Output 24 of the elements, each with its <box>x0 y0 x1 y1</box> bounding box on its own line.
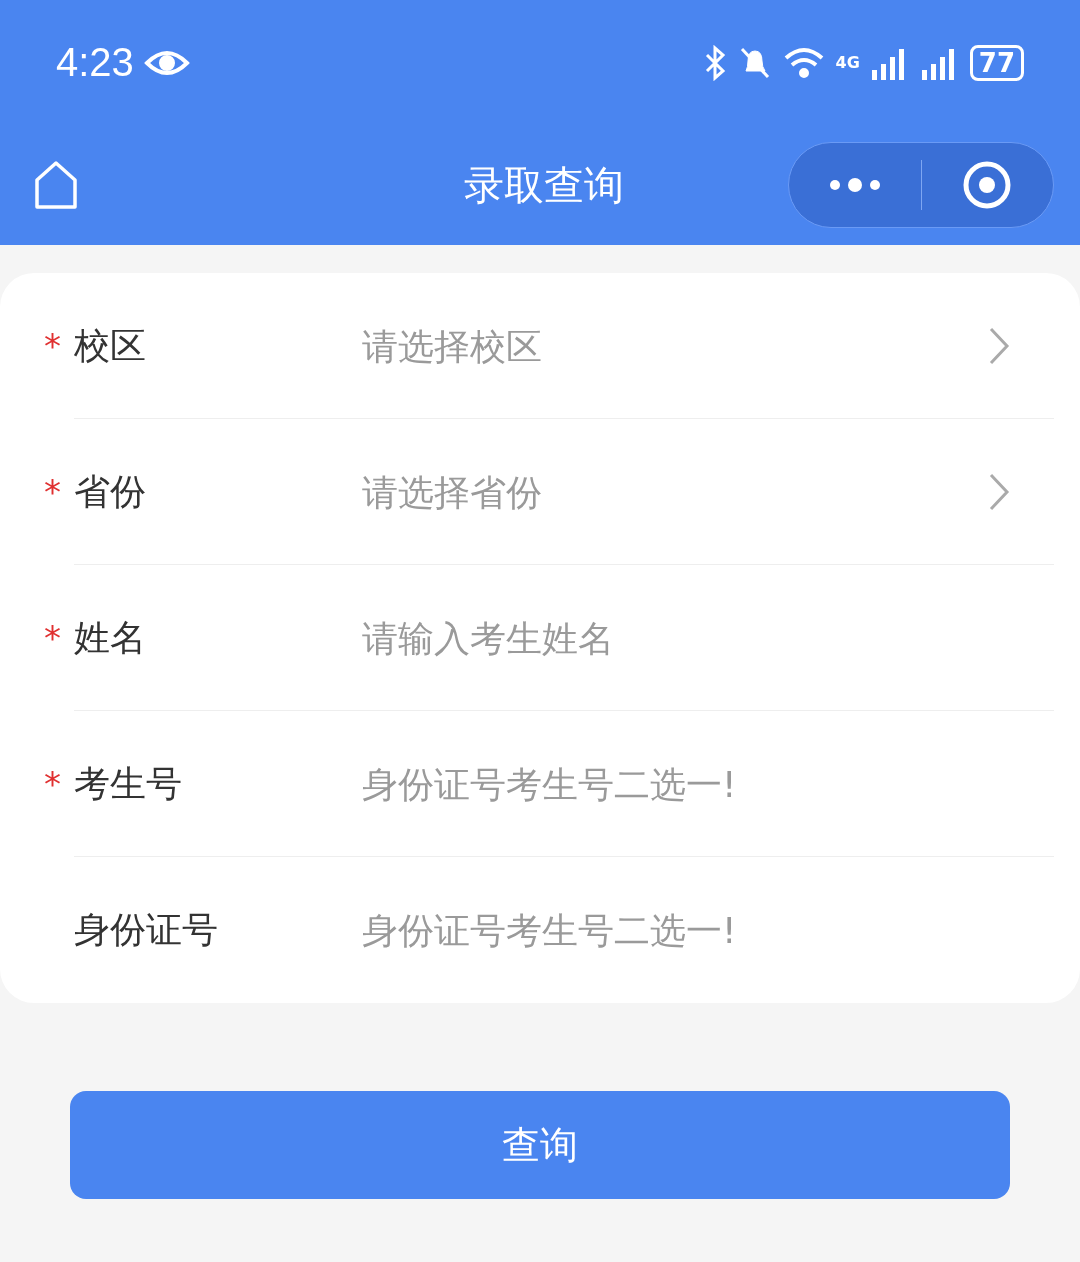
select-field[interactable]: 请选择校区 <box>360 324 988 368</box>
input-field[interactable]: 身份证号考生号二选一! <box>360 762 1010 806</box>
target-icon <box>962 160 1013 210</box>
input-field[interactable]: 身份证号考生号二选一! <box>360 908 1010 952</box>
chevron-right-icon <box>988 472 1010 512</box>
status-time: 4:23 <box>56 40 134 85</box>
field-label: 姓名 <box>74 615 147 660</box>
network-type: 4G <box>835 53 860 72</box>
required-mark: * <box>44 326 61 366</box>
field-label: 省份 <box>74 469 147 514</box>
battery-level: 77 <box>969 44 1024 81</box>
chevron-right-icon <box>988 326 1010 366</box>
required-mark: * <box>44 764 61 804</box>
required-mark: * <box>44 618 61 658</box>
field-label: 考生号 <box>74 761 183 806</box>
home-icon[interactable] <box>34 160 78 210</box>
page-title: 录取查询 <box>464 160 624 210</box>
more-icon <box>827 178 882 192</box>
input-field[interactable]: 请输入考生姓名 <box>360 616 1010 660</box>
required-mark: * <box>44 472 61 512</box>
field-label: 校区 <box>74 323 147 368</box>
submit-button[interactable]: 查询 <box>70 1091 1010 1199</box>
field-label: 身份证号 <box>74 907 219 952</box>
select-field[interactable]: 请选择省份 <box>360 470 988 514</box>
